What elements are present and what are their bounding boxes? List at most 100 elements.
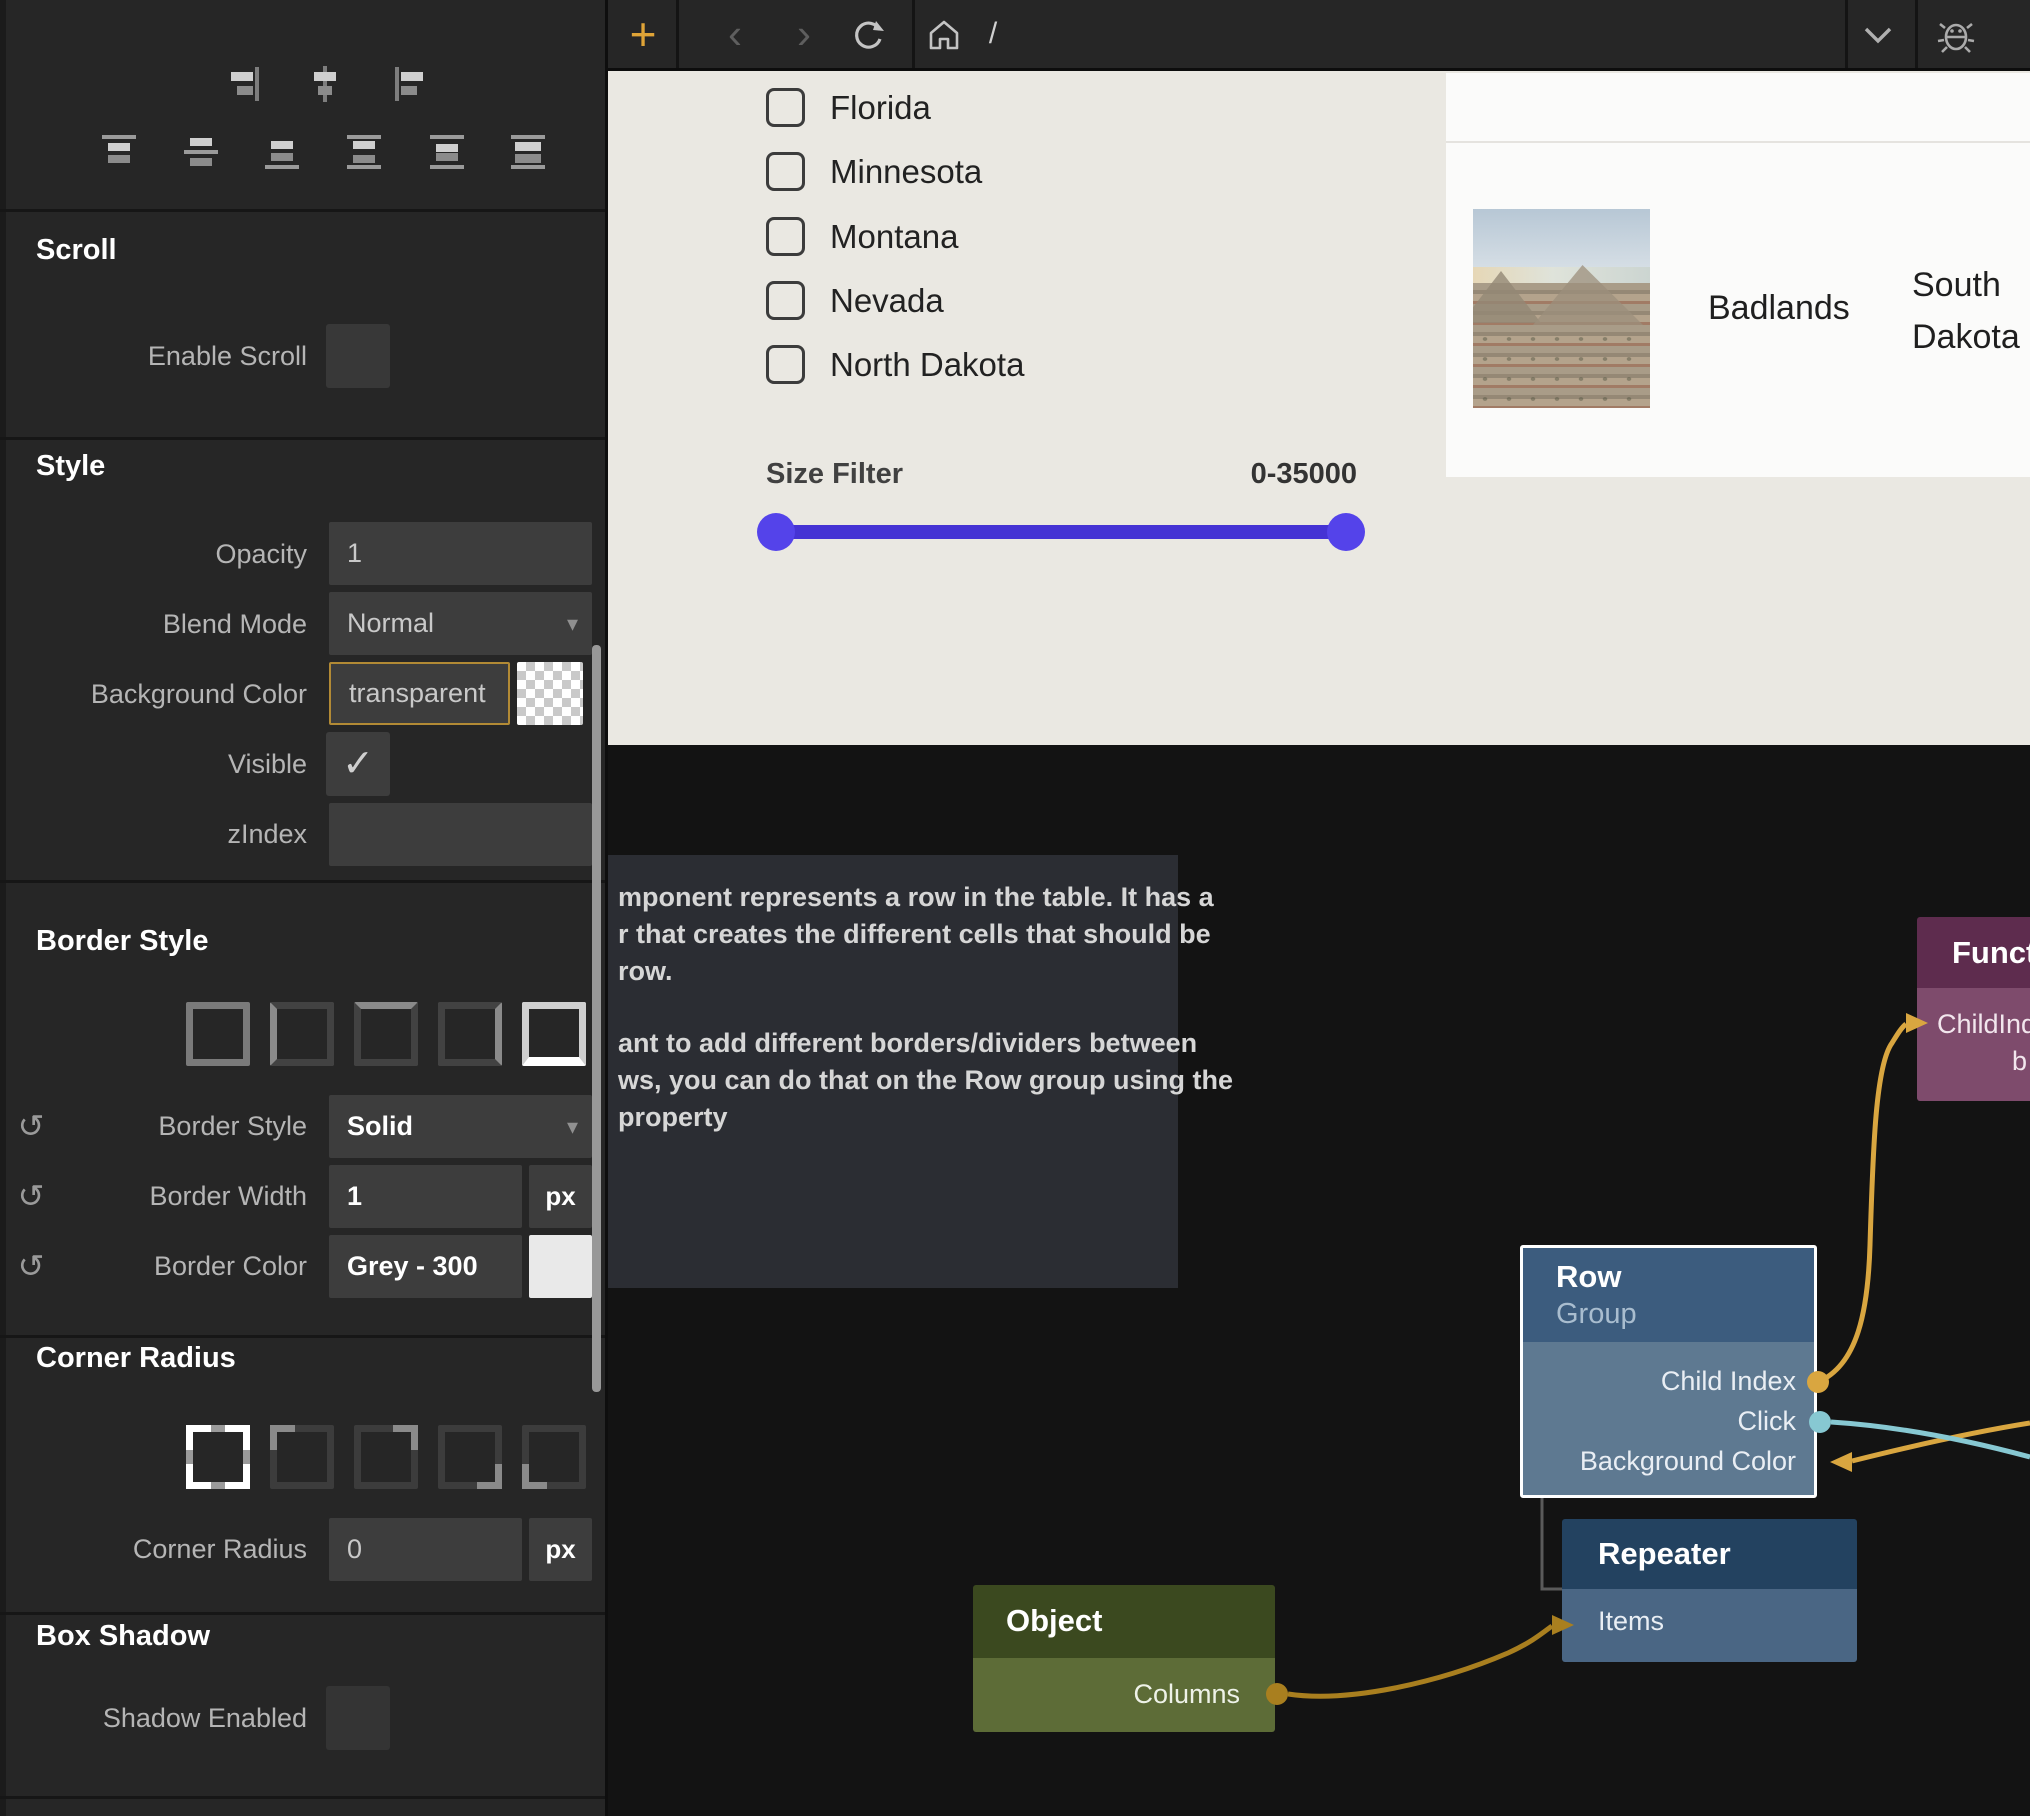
divider [1915,0,1918,68]
checkbox-nevada[interactable] [766,281,805,320]
section-title-border-style: Border Style [36,925,208,957]
size-filter-range: 0-35000 [1057,459,1357,489]
blend-mode-select[interactable]: Normal ▾ [329,592,592,655]
check-icon: ✓ [342,743,374,785]
shadow-enabled-checkbox[interactable] [326,1686,390,1750]
add-button[interactable]: + [623,0,663,68]
corner-top-right-icon[interactable] [354,1425,418,1489]
shadow-enabled-label: Shadow Enabled [0,1702,307,1734]
corner-radius-label: Corner Radius [0,1533,307,1565]
card-title[interactable]: Badlands [1708,289,1850,327]
corner-radius-unit[interactable]: px [529,1518,592,1581]
corner-top-left-icon[interactable] [270,1425,334,1489]
divider [676,0,679,68]
divider [0,880,608,883]
divider [0,209,608,212]
checkbox-label: Montana [830,217,958,256]
border-top-icon[interactable] [354,1002,418,1066]
border-left-icon[interactable] [270,1002,334,1066]
align-top-icon[interactable] [99,132,139,172]
background-color-swatch[interactable] [517,662,583,725]
card-region-line2: Dakota [1912,318,2020,356]
viewport-chevron-down-icon[interactable] [1863,26,1893,46]
zindex-input[interactable] [329,803,592,866]
wire-columns-to-items[interactable] [1288,1626,1552,1696]
checkbox-montana[interactable] [766,217,805,256]
stretch-icon[interactable] [508,132,548,172]
opacity-label: Opacity [0,538,307,570]
divider [1845,0,1848,68]
wire-arrow-into-items [1552,1615,1574,1635]
enable-scroll-checkbox[interactable] [326,324,390,388]
node-graph-canvas[interactable]: mponent represents a row in the table. I… [608,745,2030,1816]
divider [0,1612,608,1615]
badlands-photo [1473,209,1650,408]
border-style-select[interactable]: Solid ▾ [329,1095,592,1158]
range-slider-handle-max[interactable] [1327,513,1365,551]
section-title-corner-radius: Corner Radius [36,1342,236,1374]
wires-layer [608,745,2030,1816]
checkbox-label: Florida [830,88,931,127]
checkbox-florida[interactable] [766,88,805,127]
home-button[interactable] [927,18,961,52]
port-dot-click[interactable] [1809,1411,1831,1433]
background-color-input[interactable]: transparent [329,662,510,725]
opacity-input[interactable]: 1 [329,522,592,585]
border-style-label: Border Style [0,1110,307,1142]
align-bottom-icon[interactable] [262,132,302,172]
checkbox-label: Minnesota [830,152,982,191]
visible-label: Visible [0,748,307,780]
checkbox-label: Nevada [830,281,944,320]
range-slider-handle-min[interactable] [757,513,795,551]
properties-panel: Scroll Enable Scroll Style Opacity 1 Ble… [0,0,608,1816]
align-center-horizontal-icon[interactable] [305,64,345,104]
border-width-unit[interactable]: px [529,1165,592,1228]
divider [0,437,608,440]
size-filter-label: Size Filter [766,459,903,489]
section-title-box-shadow: Box Shadow [36,1620,210,1652]
border-color-swatch[interactable] [529,1235,592,1298]
align-middle-icon[interactable] [181,132,221,172]
align-right-icon[interactable] [225,64,265,104]
background-color-label: Background Color [0,678,307,710]
card-region-line1: South [1912,266,2001,304]
corner-bottom-right-icon[interactable] [438,1425,502,1489]
card-divider [1446,141,2030,143]
panel-scrollbar[interactable] [592,645,601,1392]
border-color-label: Border Color [0,1250,307,1282]
visible-checkbox[interactable]: ✓ [326,732,390,796]
preview-toolbar: + ‹ › / [608,0,2030,71]
align-left-icon[interactable] [389,64,429,104]
checkbox-north-dakota[interactable] [766,345,805,384]
border-bottom-icon-selected[interactable] [522,1002,586,1066]
wire-arrow-into-background-color [1830,1452,1852,1472]
nav-back-button[interactable]: ‹ [715,0,755,68]
divider [0,1335,608,1338]
border-color-input[interactable]: Grey - 300 [329,1235,522,1298]
preview-viewport: Florida Minnesota Montana Nevada North D… [608,71,2030,745]
corner-all-icon-selected[interactable] [186,1425,250,1489]
space-between-icon[interactable] [344,132,384,172]
port-dot-child-index[interactable] [1807,1371,1829,1393]
section-title-scroll: Scroll [36,234,117,266]
range-slider-track[interactable] [776,525,1346,539]
nav-forward-button[interactable]: › [784,0,824,68]
url-path[interactable]: / [973,0,1013,68]
corner-bottom-left-icon[interactable] [522,1425,586,1489]
divider [912,0,915,68]
corner-radius-input[interactable]: 0 [329,1518,522,1581]
chevron-down-icon: ▾ [567,1095,578,1158]
border-all-icon[interactable] [186,1002,250,1066]
checkbox-label: North Dakota [830,345,1024,384]
space-center-icon[interactable] [427,132,467,172]
blend-mode-label: Blend Mode [0,608,307,640]
border-right-icon[interactable] [438,1002,502,1066]
checkbox-minnesota[interactable] [766,152,805,191]
border-style-value: Solid [347,1111,413,1141]
debug-bug-icon[interactable] [1936,14,1976,56]
wire-childindex-to-function[interactable] [1818,1024,1906,1382]
divider [0,1796,608,1799]
refresh-button[interactable] [851,17,887,53]
border-width-input[interactable]: 1 [329,1165,522,1228]
port-dot-columns[interactable] [1266,1683,1288,1705]
